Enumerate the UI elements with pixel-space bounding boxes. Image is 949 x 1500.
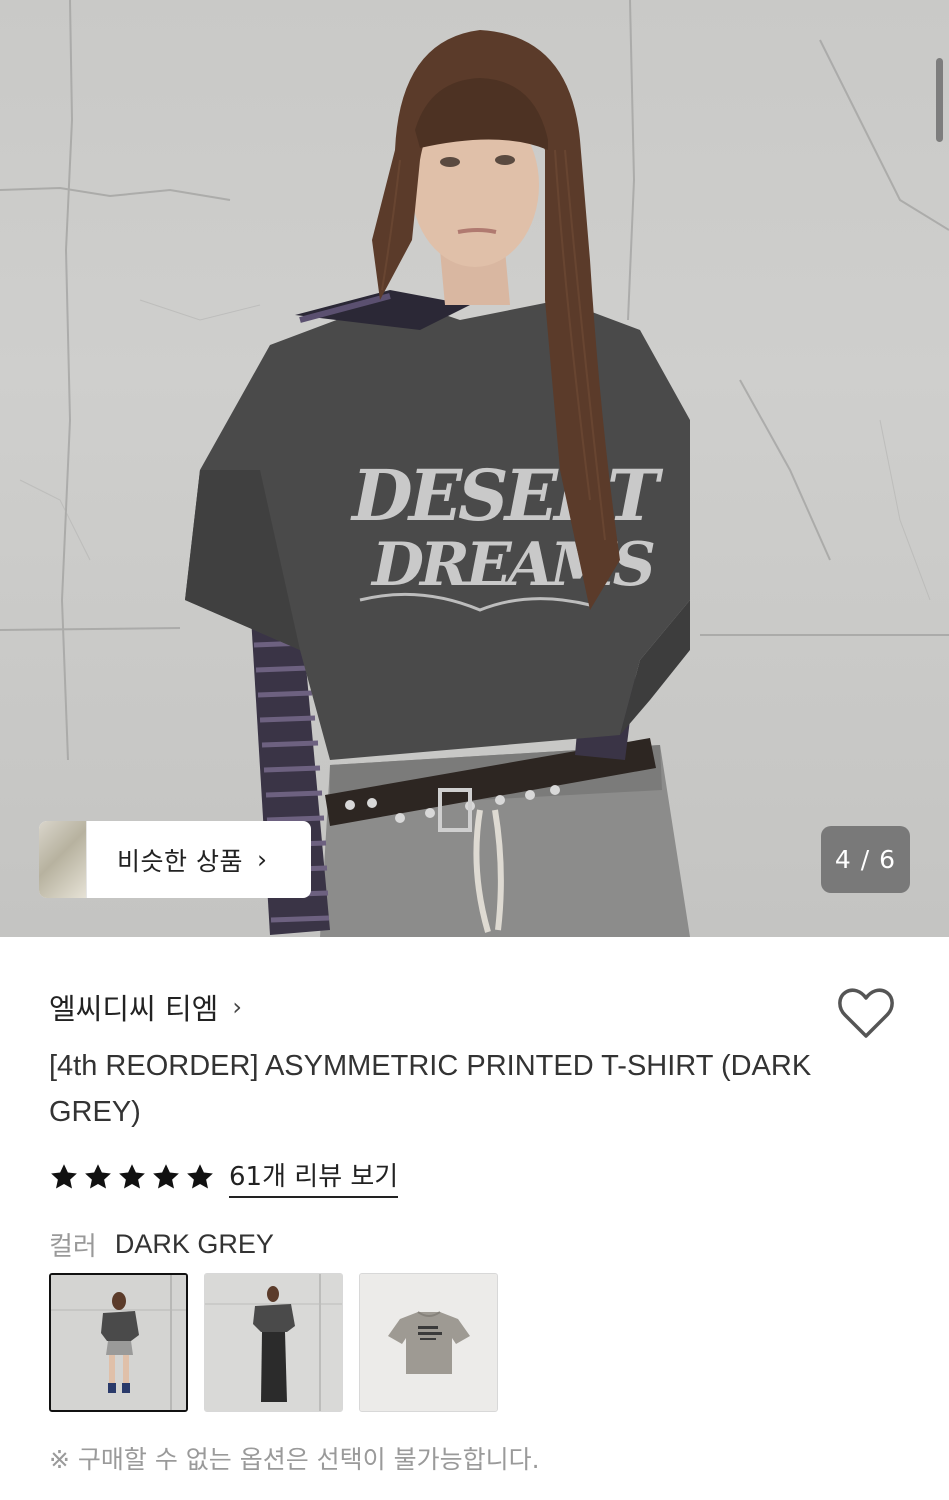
reviews-link[interactable]: 61개 리뷰 보기: [229, 1156, 399, 1198]
star-rating: [49, 1162, 215, 1192]
product-photo: DESERT DREAMS: [0, 0, 949, 937]
product-image-gallery[interactable]: DESERT DREAMS 비슷한 상품 › 4 / 6: [0, 0, 949, 937]
product-title: [4th REORDER] ASYMMETRIC PRINTED T-SHIRT…: [49, 1050, 812, 1128]
chevron-right-icon: ›: [256, 845, 267, 874]
star-icon: [51, 1164, 77, 1189]
color-label: 컬러: [49, 1231, 97, 1262]
similar-product-thumbnail: [39, 821, 87, 898]
swatch-image: [51, 1275, 186, 1410]
star-icon: [85, 1164, 111, 1189]
chevron-right-icon: ›: [232, 993, 242, 1021]
swatch-model-full[interactable]: [204, 1273, 343, 1412]
star-icon: [153, 1164, 179, 1189]
heart-icon[interactable]: [836, 984, 896, 1044]
color-swatch-list: [49, 1273, 498, 1412]
brand-name: 엘씨디씨 티엠: [49, 992, 219, 1026]
swatch-image: [205, 1274, 342, 1411]
similar-products-label: 비슷한 상품: [117, 846, 243, 876]
swatch-model-front[interactable]: [49, 1273, 188, 1412]
print-line-1: DESERT: [350, 454, 664, 537]
option-notice: ※ 구매할 수 없는 옵션은 선택이 불가능합니다.: [49, 1445, 540, 1474]
swatch-flat-lay[interactable]: [359, 1273, 498, 1412]
image-counter: 4 / 6: [821, 826, 910, 893]
swatch-image: [360, 1274, 497, 1411]
similar-products-button[interactable]: 비슷한 상품 ›: [39, 821, 311, 898]
star-icon: [187, 1164, 213, 1189]
color-value: DARK GREY: [114, 1228, 274, 1259]
brand-link[interactable]: 엘씨디씨 티엠 ›: [49, 985, 242, 1029]
star-icon: [119, 1164, 145, 1189]
rating-row: 61개 리뷰 보기: [49, 1155, 399, 1199]
page-scrollbar[interactable]: [936, 58, 943, 142]
color-option-row: 컬러 DARK GREY: [49, 1224, 274, 1264]
